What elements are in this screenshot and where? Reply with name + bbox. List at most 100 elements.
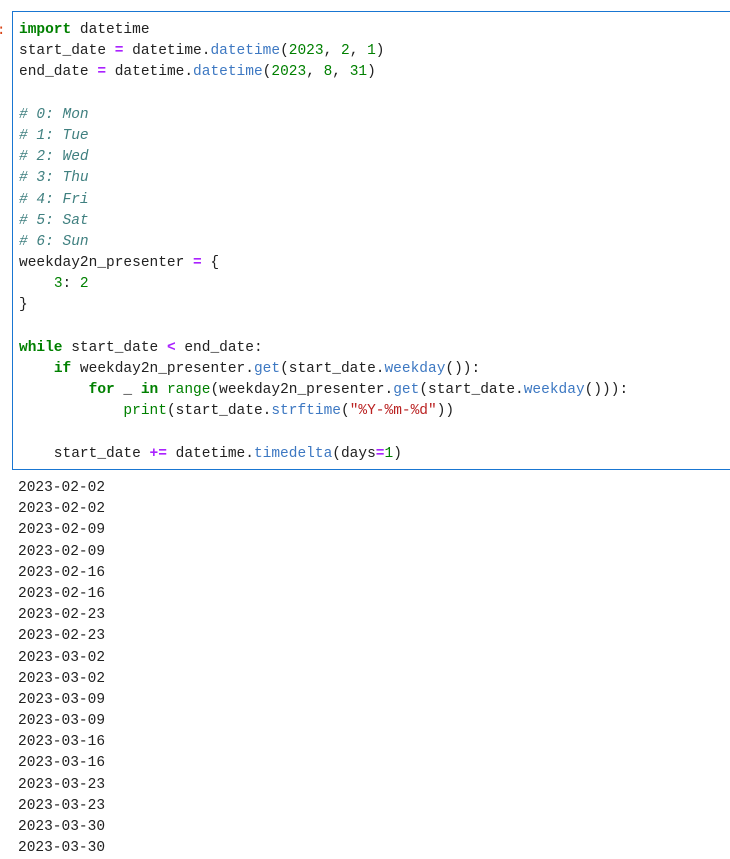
code-token: += xyxy=(149,445,167,462)
code-token: "%Y-%m-%d" xyxy=(349,403,437,420)
code-token: 2023 xyxy=(271,64,307,81)
code-token: datetime xyxy=(193,64,263,81)
code-token: (start_date. xyxy=(419,382,524,399)
code-token: strftime xyxy=(271,403,341,420)
code-token: 2023 xyxy=(288,43,324,60)
output-line: 2023-02-02 xyxy=(18,501,106,518)
output-line: 2023-02-23 xyxy=(18,628,106,645)
code-line: while start_date < end_date: xyxy=(19,338,628,359)
code-token: weekday xyxy=(384,361,446,377)
code-line: 3: 2 xyxy=(19,274,628,295)
code-token: datetime xyxy=(210,43,281,60)
code-token: ) xyxy=(367,64,376,81)
code-token: { xyxy=(201,255,220,272)
code-token: = xyxy=(375,445,385,462)
code-line: start_date += datetime.timedelta(days=1) xyxy=(19,444,628,465)
output-line: 2023-03-02 xyxy=(18,670,106,687)
code-token: , xyxy=(332,64,350,81)
code-token: datetime. xyxy=(123,43,211,60)
output-line: 2023-03-30 xyxy=(18,840,106,857)
output-line: 2023-03-16 xyxy=(18,734,106,751)
code-editor[interactable]: import datetime start_date = datetime.dat… xyxy=(19,20,628,465)
code-token: print xyxy=(123,403,167,420)
code-line: print(start_date.strftime("%Y-%m-%d")) xyxy=(19,401,628,422)
code-token: 2 xyxy=(340,43,350,60)
code-token: # 5: Sat xyxy=(19,212,89,229)
code-token: datetime. xyxy=(166,445,254,462)
code-token: # 3: Thu xyxy=(19,170,89,187)
output-line: 2023-02-02 xyxy=(18,480,106,496)
code-token: in xyxy=(140,382,159,399)
code-token: 1 xyxy=(384,445,394,462)
code-token: ())): xyxy=(584,382,629,399)
output-line: 2023-03-09 xyxy=(18,691,106,708)
code-line: # 1: Tue xyxy=(19,126,628,147)
output-line: 2023-03-09 xyxy=(18,713,106,730)
code-token: start_date xyxy=(19,445,150,462)
code-token: datetime. xyxy=(106,64,194,81)
code-token: for xyxy=(88,382,115,399)
code-token: import xyxy=(19,22,72,38)
output-line: 2023-03-23 xyxy=(18,797,106,814)
code-line: for _ in range(weekday2n_presenter.get(s… xyxy=(19,380,629,401)
output-line: 2023-02-16 xyxy=(18,564,106,581)
cell-output: 2023-02-02 2023-02-02 2023-02-09 2023-02-09… xyxy=(18,478,105,859)
code-line: # 4: Fri xyxy=(19,190,628,211)
code-token: 8 xyxy=(323,64,333,81)
code-line: # 3: Thu xyxy=(19,168,628,189)
output-line: 2023-03-02 xyxy=(18,649,106,666)
code-token: 31 xyxy=(349,64,368,81)
code-token: timedelta xyxy=(253,445,333,462)
code-token: weekday2n_presenter xyxy=(19,255,194,272)
code-token: get xyxy=(253,361,281,377)
code-token: datetime xyxy=(71,22,150,38)
code-line: # 5: Sat xyxy=(19,211,628,232)
output-line: 2023-02-09 xyxy=(18,522,106,539)
code-token: # 2: Wed xyxy=(19,149,89,166)
code-token: end_date: xyxy=(175,339,263,356)
output-line: 2023-02-23 xyxy=(18,607,106,624)
code-line: # 6: Sun xyxy=(19,232,628,253)
code-token: ) xyxy=(393,445,402,462)
code-token: = xyxy=(97,64,107,81)
code-line: } xyxy=(19,295,628,316)
output-line: 2023-02-09 xyxy=(18,543,106,560)
code-token: # 1: Tue xyxy=(19,127,89,144)
code-line: start_date = datetime.datetime(2023, 2, … xyxy=(19,41,628,62)
code-token: 2 xyxy=(79,276,89,293)
code-line: weekday2n_presenter = { xyxy=(19,253,628,274)
code-token: ( xyxy=(340,403,350,420)
code-token: , xyxy=(323,43,341,60)
code-token: (weekday2n_presenter. xyxy=(210,382,394,399)
code-token: < xyxy=(166,339,176,356)
code-line: if weekday2n_presenter.get(start_date.we… xyxy=(19,359,628,380)
code-token: (start_date. xyxy=(280,361,385,377)
code-line: # 0: Mon xyxy=(19,105,628,126)
code-token: # 6: Sun xyxy=(19,233,89,250)
code-token: while xyxy=(19,339,63,356)
code-token: start_date xyxy=(62,339,167,356)
code-token: _ xyxy=(114,382,141,399)
code-token: 1 xyxy=(367,43,376,60)
code-token: (start_date. xyxy=(166,403,272,420)
code-token: get xyxy=(393,382,420,399)
code-token: range xyxy=(166,382,211,399)
code-line: # 2: Wed xyxy=(19,147,628,168)
code-token: # 4: Fri xyxy=(19,191,89,208)
code-token: = xyxy=(193,255,202,272)
code-token: weekday2n_presenter. xyxy=(71,361,254,377)
code-token: ( xyxy=(280,43,289,60)
code-token: ) xyxy=(375,43,385,60)
code-token: end_date xyxy=(19,64,98,81)
code-token: , xyxy=(306,64,324,81)
cell-prompt: : xyxy=(0,20,5,41)
code-token: start_date xyxy=(19,43,115,60)
code-token: # 0: Mon xyxy=(19,106,89,123)
code-cell[interactable]: import datetime start_date = datetime.dat… xyxy=(12,11,730,470)
code-token: , xyxy=(349,43,368,60)
